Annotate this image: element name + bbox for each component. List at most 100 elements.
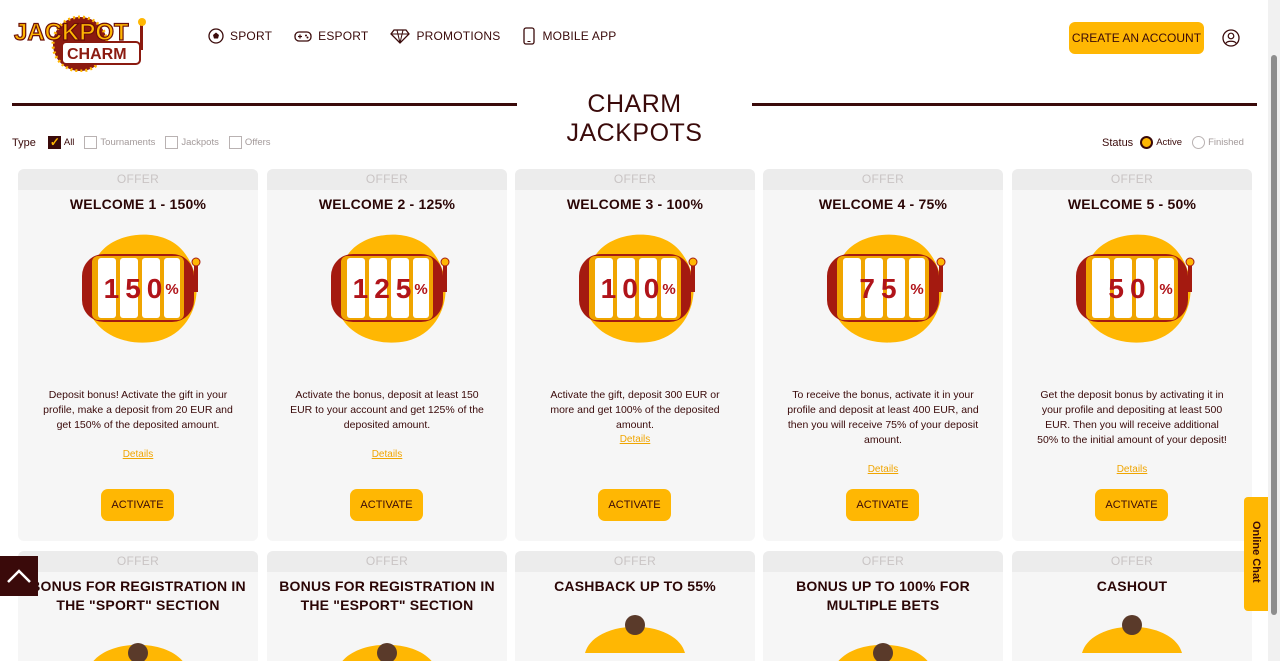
activate-button[interactable]: ACTIVATE (350, 489, 423, 521)
filter-offers-checkbox[interactable]: Offers (228, 136, 271, 149)
checkbox-box (47, 135, 61, 149)
checkbox-box (165, 136, 179, 149)
offer-title: WELCOME 5 - 50% (1067, 196, 1197, 212)
nav-esport[interactable]: ESPORT (294, 27, 368, 45)
title-divider-left (12, 103, 517, 106)
nav-sport[interactable]: SPORT (208, 27, 272, 45)
slot-machine-image: 50 % (1076, 234, 1195, 343)
offer-details-link[interactable]: Details (763, 464, 1003, 475)
nav-promotions[interactable]: PROMOTIONS (390, 27, 500, 45)
chevron-up-icon (7, 569, 31, 583)
status-finished-radio[interactable]: Finished (1192, 136, 1244, 149)
filter-all-label: All (63, 137, 75, 148)
nav-mobile-app-label: MOBILE APP (542, 29, 617, 43)
offer-description: Activate the bonus, deposit at least 150… (290, 389, 484, 431)
offer-title: BONUS UP TO 100% FOR MULTIPLE BETS (796, 578, 970, 613)
activate-button[interactable]: ACTIVATE (846, 489, 919, 521)
status-filter-label: Status (1102, 136, 1134, 149)
offer-image (342, 643, 432, 661)
slot-machine-image: 100 % (579, 234, 698, 343)
scrollbar-thumb[interactable] (1271, 55, 1277, 615)
slot-machine-image: 75 % (827, 234, 946, 343)
nav-promotions-label: PROMOTIONS (416, 29, 501, 43)
slot-percent-text: 50 (1108, 273, 1151, 304)
offer-card: OFFER WELCOME 4 - 75% 75 % To receive th… (763, 169, 1003, 541)
slot-percent-text: 100 (601, 273, 666, 304)
filter-offers-label: Offers (244, 137, 271, 148)
offer-tag: OFFER (18, 551, 258, 572)
offer-card: OFFER WELCOME 3 - 100% 100 % Activate th… (515, 169, 755, 541)
offer-title: BONUS FOR REGISTRATION IN THE "ESPORT" S… (279, 578, 495, 613)
radio-dot (1140, 136, 1154, 149)
offer-image (93, 643, 183, 661)
offer-tag: OFFER (763, 169, 1003, 190)
slot-percent-text: 75 (859, 273, 902, 304)
offer-description: Activate the gift, deposit 300 EUR or mo… (550, 389, 720, 431)
diamond-icon (390, 29, 411, 44)
page-title-row: CHARM JACKPOTS (12, 88, 1257, 147)
filter-tournaments-checkbox[interactable]: Tournaments (84, 136, 155, 149)
activate-button[interactable]: ACTIVATE (101, 489, 174, 521)
filter-all-checkbox[interactable]: All (47, 135, 75, 149)
activate-button[interactable]: ACTIVATE (1095, 489, 1168, 521)
offer-card: OFFER CASHBACK UP TO 55% (515, 551, 755, 661)
offer-card: OFFER WELCOME 5 - 50% 50 % Get the depos… (1012, 169, 1252, 541)
offer-title: BONUS FOR REGISTRATION IN THE "SPORT" SE… (30, 578, 246, 613)
activate-button[interactable]: ACTIVATE (598, 489, 671, 521)
jackpot-charm-logo[interactable]: JACKPOT CHARM (12, 4, 152, 73)
gamepad-icon (294, 31, 312, 42)
radio-dot (1192, 136, 1206, 149)
site-header: JACKPOT CHARM SPORT ESPORT PROMOTIONS MO… (0, 0, 1268, 78)
offer-card: OFFER BONUS FOR REGISTRATION IN THE "ESP… (267, 551, 507, 661)
nav-mobile-app[interactable]: MOBILE APP (522, 27, 616, 45)
create-account-button[interactable]: CREATE AN ACCOUNT (1069, 22, 1204, 54)
offer-details-link[interactable]: Details (515, 434, 755, 445)
offer-title: CASHOUT (1096, 578, 1168, 594)
status-finished-label: Finished (1208, 137, 1244, 148)
nav-esport-label: ESPORT (318, 29, 369, 43)
svg-text:%: % (165, 281, 178, 298)
offer-card: OFFER WELCOME 2 - 125% 125 % Activate th… (267, 169, 507, 541)
offer-tag: OFFER (1012, 169, 1252, 190)
checkbox-box (84, 136, 98, 149)
svg-text:%: % (910, 281, 923, 298)
offer-tag: OFFER (267, 551, 507, 572)
offer-card: OFFER BONUS UP TO 100% FOR MULTIPLE BETS (763, 551, 1003, 661)
status-filter: Status Active Finished (1102, 136, 1254, 149)
checkbox-box (228, 136, 242, 149)
page-scrollbar[interactable] (1268, 0, 1280, 661)
status-active-radio[interactable]: Active (1140, 136, 1182, 149)
type-filter: Type All Tournaments Jackpots Offers (12, 135, 281, 149)
title-divider-right (752, 103, 1257, 106)
svg-text:%: % (414, 281, 427, 298)
logo-charm-text: CHARM (67, 46, 127, 63)
filter-jackpots-checkbox[interactable]: Jackpots (165, 136, 219, 149)
offer-description: Get the deposit bonus by activating it i… (1037, 389, 1227, 446)
filter-tournaments-label: Tournaments (100, 137, 156, 148)
soccer-ball-icon (208, 28, 224, 44)
offer-title: WELCOME 2 - 125% (318, 196, 456, 212)
offer-tag: OFFER (763, 551, 1003, 572)
user-icon[interactable] (1222, 29, 1240, 47)
offer-tag: OFFER (515, 551, 755, 572)
offer-card: OFFER WELCOME 1 - 150% 150 % Deposit bon… (18, 169, 258, 541)
svg-text:%: % (1159, 281, 1172, 298)
slot-machine-image: 125 % (331, 234, 450, 343)
offer-card: OFFER BONUS FOR REGISTRATION IN THE "SPO… (18, 551, 258, 661)
scroll-to-top-button[interactable] (0, 556, 38, 596)
offer-details-link[interactable]: Details (18, 449, 258, 460)
offer-image (838, 643, 928, 661)
nav-sport-label: SPORT (230, 29, 273, 43)
offer-details-link[interactable]: Details (1012, 464, 1252, 475)
type-filter-label: Type (12, 136, 36, 149)
offer-image (1082, 615, 1182, 653)
slot-percent-text: 150 (104, 273, 169, 304)
offer-description: To receive the bonus, activate it in you… (787, 389, 979, 446)
slot-machine-image: 150 % (82, 234, 201, 343)
status-active-label: Active (1156, 137, 1183, 148)
offer-details-link[interactable]: Details (267, 449, 507, 460)
page-title: CHARM JACKPOTS (566, 90, 703, 147)
filter-jackpots-label: Jackpots (181, 137, 219, 148)
offer-tag: OFFER (18, 169, 258, 190)
offer-title: CASHBACK UP TO 55% (554, 578, 716, 594)
